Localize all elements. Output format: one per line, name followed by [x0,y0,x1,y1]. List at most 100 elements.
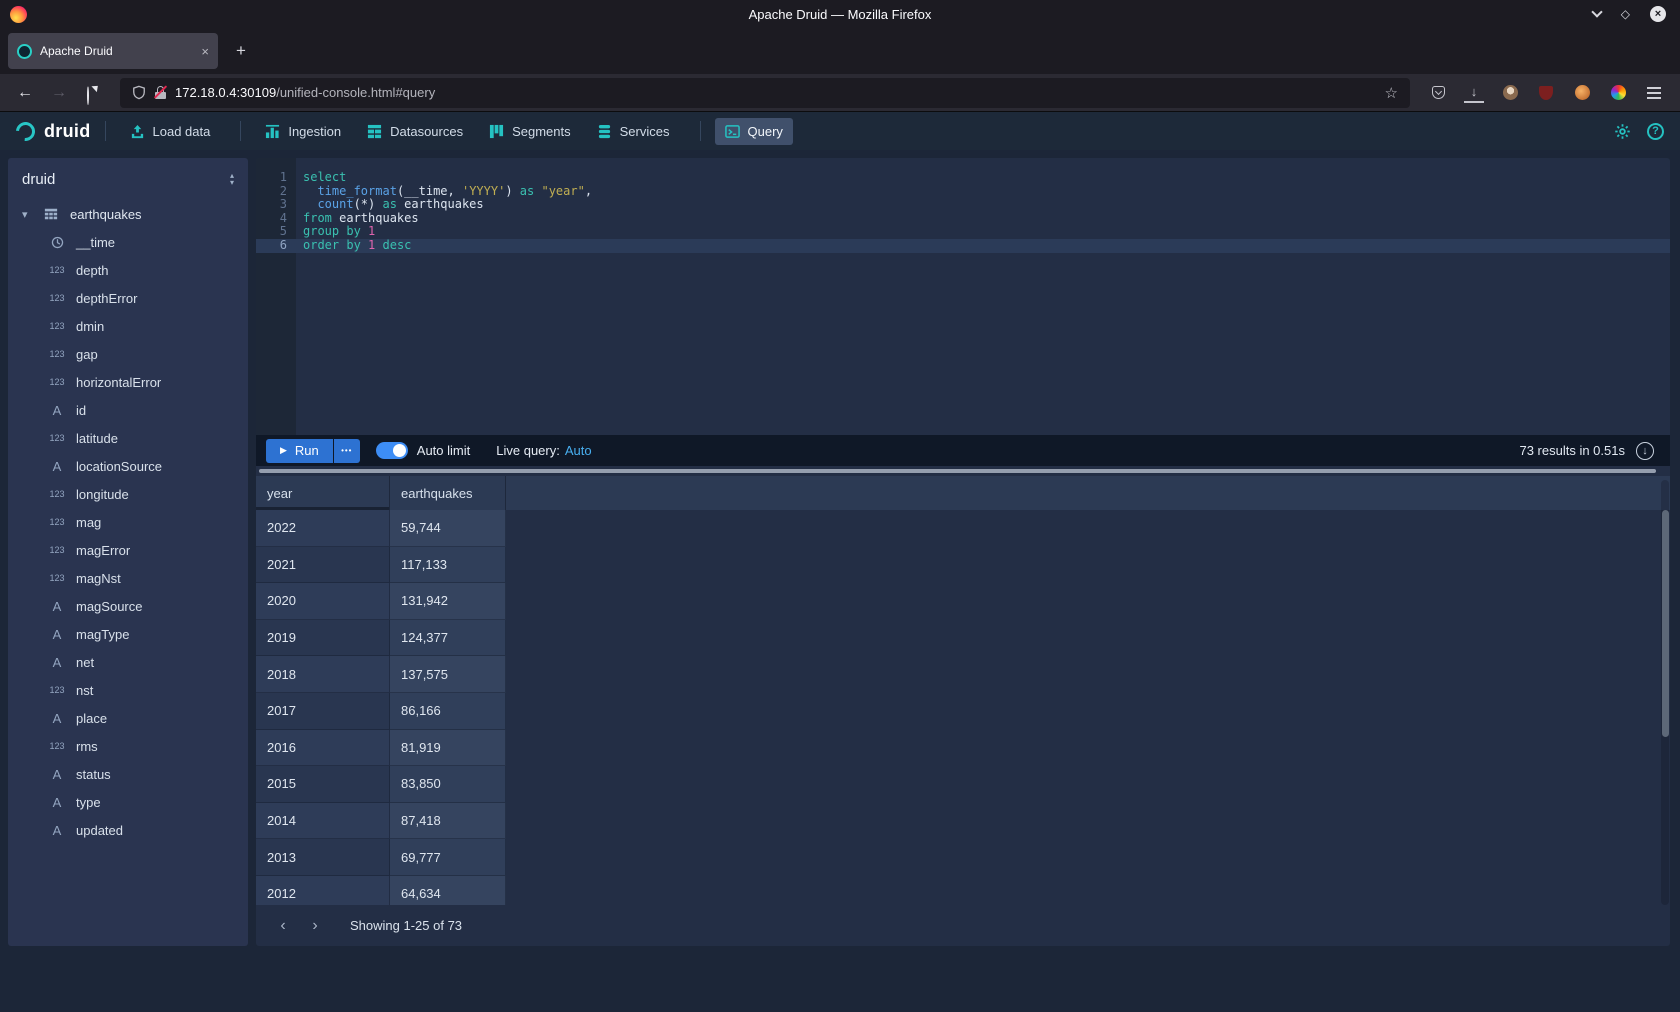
sidebar-column-dmin[interactable]: 123dmin [8,312,248,340]
shield-icon[interactable] [132,85,146,100]
download-results-icon[interactable]: ↓ [1636,442,1654,460]
cell-year[interactable]: 2013 [256,839,390,876]
insecure-lock-icon[interactable] [155,86,166,99]
code-line[interactable]: order by 1 desc [296,239,1670,253]
sidebar-column-depth[interactable]: 123depth [8,256,248,284]
code-line[interactable]: select [296,171,1670,185]
new-tab-button[interactable]: + [226,36,256,66]
sidebar-column-id[interactable]: Aid [8,396,248,424]
downloads-icon[interactable]: ↓ [1464,83,1484,103]
cell-earthquakes[interactable]: 87,418 [390,803,506,840]
pocket-icon[interactable] [1428,83,1448,103]
menu-icon[interactable] [1644,83,1664,103]
run-more-button[interactable]: ••• [334,439,360,463]
live-query-control[interactable]: Live query: Auto [496,443,591,458]
column-header-earthquakes[interactable]: earthquakes [390,476,506,510]
cell-earthquakes[interactable]: 131,942 [390,583,506,620]
sidebar-column-updated[interactable]: Aupdated [8,816,248,844]
code-line[interactable]: time_format(__time, 'YYYY') as "year", [296,185,1670,199]
sidebar-column-depthError[interactable]: 123depthError [8,284,248,312]
cell-year[interactable]: 2016 [256,730,390,767]
url-text[interactable]: 172.18.0.4:30109/unified-console.html#qu… [175,85,1376,100]
sidebar-column-place[interactable]: Aplace [8,704,248,732]
cell-earthquakes[interactable]: 124,377 [390,620,506,657]
sidebar-column-magError[interactable]: 123magError [8,536,248,564]
sidebar-column-magNst[interactable]: 123magNst [8,564,248,592]
cell-earthquakes[interactable]: 81,919 [390,730,506,767]
nav-query[interactable]: Query [715,118,793,145]
help-icon[interactable]: ? [1647,123,1664,140]
auto-limit-toggle[interactable] [376,442,408,459]
forward-button[interactable]: → [44,79,74,107]
cell-year[interactable]: 2020 [256,583,390,620]
sidebar-column-longitude[interactable]: 123longitude [8,480,248,508]
editor-code[interactable]: select time_format(__time, 'YYYY') as "y… [296,158,1670,435]
sidebar-column-__time[interactable]: __time [8,228,248,256]
window-minimize-icon[interactable] [1591,6,1602,17]
code-line[interactable]: count(*) as earthquakes [296,198,1670,212]
sidebar-column-status[interactable]: Astatus [8,760,248,788]
cell-year[interactable]: 2015 [256,766,390,803]
cell-year[interactable]: 2022 [256,510,390,547]
gear-icon[interactable] [1614,123,1631,140]
cell-year[interactable]: 2021 [256,547,390,584]
cell-earthquakes[interactable]: 137,575 [390,656,506,693]
sidebar-column-magSource[interactable]: AmagSource [8,592,248,620]
pagination-bar: ‹ › Showing 1-25 of 73 [256,905,1670,946]
cell-year[interactable]: 2017 [256,693,390,730]
prev-page-button[interactable]: ‹ [270,913,296,939]
cell-earthquakes[interactable]: 86,166 [390,693,506,730]
nav-services[interactable]: Services [587,118,680,145]
run-button[interactable]: ▶ Run [266,439,333,463]
code-line[interactable]: group by 1 [296,225,1670,239]
sidebar-column-gap[interactable]: 123gap [8,340,248,368]
sidebar-column-mag[interactable]: 123mag [8,508,248,536]
sidebar-column-latitude[interactable]: 123latitude [8,424,248,452]
sidebar-column-magType[interactable]: AmagType [8,620,248,648]
cell-earthquakes[interactable]: 59,744 [390,510,506,547]
horizontal-scrollbar-thumb[interactable] [259,469,1656,473]
back-button[interactable]: ← [10,79,40,107]
ublock-extension-icon[interactable] [1536,83,1556,103]
run-bar: ▶ Run ••• Auto limit Live query: Auto 73… [256,435,1670,466]
window-maximize-icon[interactable]: ◇ [1621,7,1630,21]
druid-logo[interactable]: druid [16,121,91,142]
window-close-icon[interactable]: × [1650,6,1666,22]
reload-button[interactable] [78,79,108,107]
horizontal-scrollbar[interactable] [256,466,1670,476]
extension-pinwheel-icon[interactable] [1608,83,1628,103]
sort-columns-icon[interactable]: ▴▾ [230,172,234,186]
vertical-scrollbar-thumb[interactable] [1662,510,1669,737]
cell-year[interactable]: 2019 [256,620,390,657]
cell-year[interactable]: 2012 [256,876,390,905]
sidebar-column-net[interactable]: Anet [8,648,248,676]
sidebar-column-rms[interactable]: 123rms [8,732,248,760]
nav-segments[interactable]: Segments [479,118,581,145]
cell-earthquakes[interactable]: 69,777 [390,839,506,876]
account-icon[interactable] [1500,83,1520,103]
live-query-value[interactable]: Auto [565,443,592,458]
sidebar-column-horizontalError[interactable]: 123horizontalError [8,368,248,396]
sql-editor[interactable]: 123456 select time_format(__time, 'YYYY'… [256,158,1670,435]
tab-apache-druid[interactable]: Apache Druid × [8,33,218,69]
sidebar-column-nst[interactable]: 123nst [8,676,248,704]
url-bar[interactable]: 172.18.0.4:30109/unified-console.html#qu… [120,78,1410,108]
cell-year[interactable]: 2018 [256,656,390,693]
chevron-down-icon[interactable]: ▾ [22,208,32,221]
nav-datasources[interactable]: Datasources [357,118,473,145]
cell-earthquakes[interactable]: 117,133 [390,547,506,584]
next-page-button[interactable]: › [302,913,328,939]
code-line[interactable]: from earthquakes [296,212,1670,226]
cell-year[interactable]: 2014 [256,803,390,840]
load-data-button[interactable]: Load data [120,118,221,145]
bookmark-star-icon[interactable]: ☆ [1385,84,1398,102]
cell-earthquakes[interactable]: 64,634 [390,876,506,905]
nav-ingestion[interactable]: Ingestion [255,118,351,145]
column-header-year[interactable]: year [256,476,390,510]
profile-avatar-icon[interactable] [1572,83,1592,103]
sidebar-column-type[interactable]: Atype [8,788,248,816]
sidebar-column-locationSource[interactable]: AlocationSource [8,452,248,480]
cell-earthquakes[interactable]: 83,850 [390,766,506,803]
tab-close-icon[interactable]: × [201,44,209,59]
sidebar-datasource-earthquakes[interactable]: ▾ earthquakes [8,200,248,228]
